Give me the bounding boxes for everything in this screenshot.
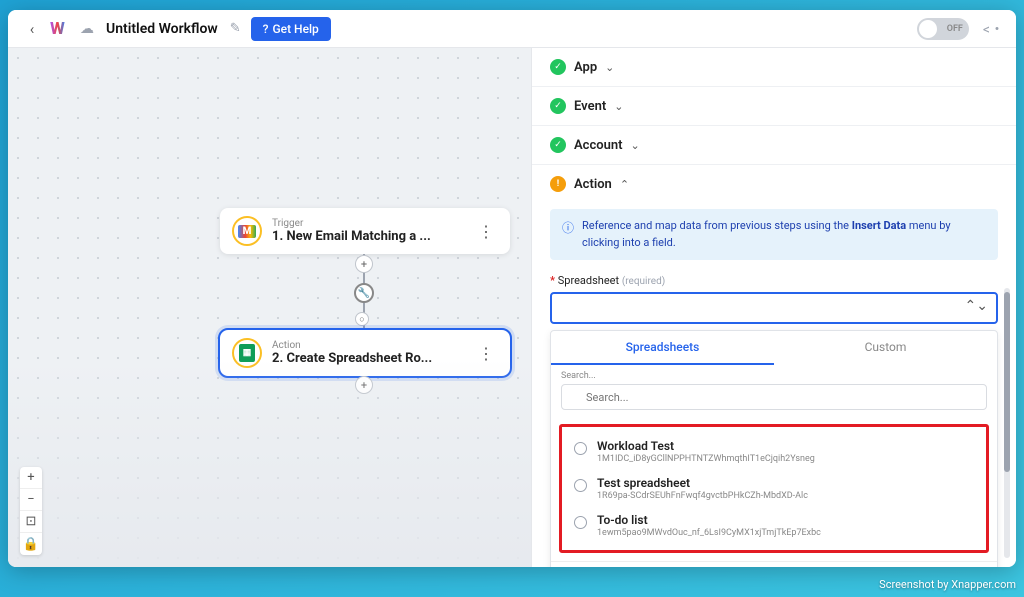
section-app[interactable]: ✓ App ⌄ [532, 48, 1016, 86]
watermark: Screenshot by Xnapper.com [879, 578, 1016, 591]
node-more-icon[interactable]: ⋮ [474, 344, 498, 363]
action-node[interactable]: ▦ Action 2. Create Spreadsheet Ro... ⋮ [220, 330, 510, 376]
radio-icon [574, 442, 587, 455]
main-area: M Trigger 1. New Email Matching a ... ⋮ … [8, 48, 1016, 567]
config-panel: ✓ App ⌄ ✓ Event ⌄ ✓ Account ⌄ ! Action ⌃ [531, 48, 1016, 567]
check-icon: ✓ [550, 137, 566, 153]
zoom-out-button[interactable]: − [20, 489, 42, 511]
back-button[interactable]: ‹ [20, 17, 44, 41]
dropdown-option[interactable]: Test spreadsheet 1R69pa-SCdrSEUhFnFwqf4g… [570, 470, 978, 507]
toggle-knob [919, 20, 937, 38]
section-account[interactable]: ✓ Account ⌄ [532, 126, 1016, 164]
spreadsheet-field: * Spreadsheet (required) ⌃⌄ [532, 274, 1016, 324]
check-icon: ✓ [550, 59, 566, 75]
info-banner: ⓘ Reference and map data from previous s… [550, 209, 998, 260]
publish-toggle[interactable]: OFF [917, 18, 969, 40]
add-step-bottom-icon[interactable]: + [355, 376, 373, 394]
add-step-mid-icon[interactable]: ○ [355, 312, 369, 326]
lock-icon[interactable]: 🔒 [20, 533, 42, 555]
radio-icon [574, 516, 587, 529]
node-more-icon[interactable]: ⋮ [474, 222, 498, 241]
app-window: ‹ W ☁ Untitled Workflow ✎ ? Get Help OFF… [8, 10, 1016, 567]
dropdown-option[interactable]: Workload Test 1M1IDC_iD8yGCllNPPHTNTZWhm… [570, 433, 978, 470]
zoom-controls: + − ⊡ 🔒 [20, 467, 42, 555]
check-icon: ✓ [550, 98, 566, 114]
step-settings-icon[interactable]: 🔧 [354, 283, 374, 303]
help-icon: ? [263, 22, 269, 36]
app-logo: W [50, 18, 72, 40]
tab-spreadsheets[interactable]: Spreadsheets [551, 331, 774, 365]
get-help-button[interactable]: ? Get Help [251, 17, 331, 41]
sheets-icon: ▦ [232, 338, 262, 368]
chevron-up-icon: ⌃ [620, 178, 629, 191]
section-event[interactable]: ✓ Event ⌄ [532, 87, 1016, 125]
info-icon: ⓘ [562, 219, 574, 251]
dropdown-search-input[interactable] [561, 384, 987, 410]
warning-icon: ! [550, 176, 566, 192]
trigger-node[interactable]: M Trigger 1. New Email Matching a ... ⋮ [220, 208, 510, 254]
tab-custom[interactable]: Custom [774, 331, 997, 365]
zoom-in-button[interactable]: + [20, 467, 42, 489]
workflow-title[interactable]: Untitled Workflow [106, 21, 218, 37]
chevron-down-icon: ⌄ [614, 100, 623, 113]
spreadsheet-input[interactable] [550, 292, 998, 324]
gmail-icon: M [232, 216, 262, 246]
cloud-icon: ☁ [80, 21, 94, 37]
radio-icon [574, 479, 587, 492]
scrollbar[interactable] [1004, 288, 1010, 558]
add-step-top-icon[interactable]: + [355, 255, 373, 273]
dropdown-option[interactable]: To-do list 1ewm5pao9MWvdOuc_nf_6LsI9CyMX… [570, 507, 978, 544]
section-action[interactable]: ! Action ⌃ [532, 165, 1016, 203]
chevron-down-icon: ⌄ [630, 139, 639, 152]
spreadsheet-dropdown: Spreadsheets Custom Search... 🔍 Workload… [550, 330, 998, 567]
top-bar: ‹ W ☁ Untitled Workflow ✎ ? Get Help OFF… [8, 10, 1016, 48]
zoom-fit-button[interactable]: ⊡ [20, 511, 42, 533]
chevron-down-icon: ⌄ [605, 61, 614, 74]
share-icon[interactable]: <・ [983, 19, 1004, 39]
edit-icon[interactable]: ✎ [230, 21, 241, 36]
scrollbar-thumb[interactable] [1004, 292, 1010, 472]
canvas[interactable]: M Trigger 1. New Email Matching a ... ⋮ … [8, 48, 531, 567]
highlighted-options: Workload Test 1M1IDC_iD8yGCllNPPHTNTZWhm… [559, 424, 989, 553]
